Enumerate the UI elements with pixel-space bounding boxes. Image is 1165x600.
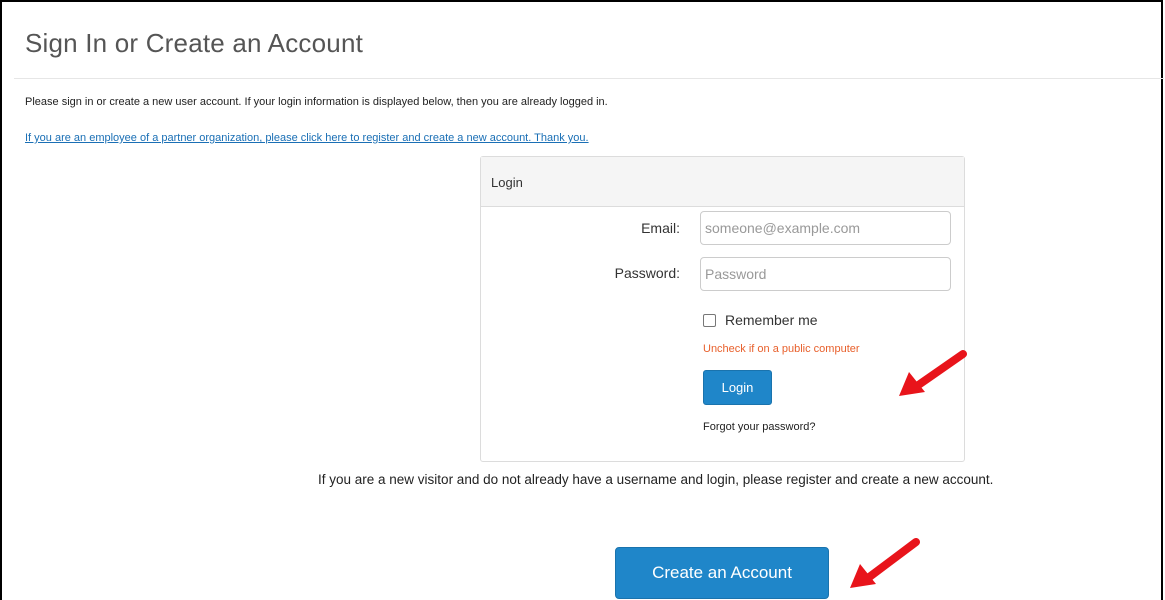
forgot-password-link[interactable]: Forgot your password? xyxy=(703,421,816,433)
red-arrow-annotation-icon xyxy=(899,350,967,396)
remember-me-row[interactable]: Remember me xyxy=(703,312,818,328)
public-computer-note: Uncheck if on a public computer xyxy=(703,343,860,355)
password-label: Password: xyxy=(614,265,680,281)
login-button[interactable]: Login xyxy=(703,370,772,405)
red-arrow-annotation-icon xyxy=(850,538,920,588)
page-title: Sign In or Create an Account xyxy=(25,28,364,58)
login-panel-heading: Login xyxy=(481,157,964,207)
email-label: Email: xyxy=(641,220,680,236)
create-account-button[interactable]: Create an Account xyxy=(615,547,829,599)
title-divider xyxy=(14,78,1164,79)
remember-me-label: Remember me xyxy=(725,312,818,328)
email-field[interactable] xyxy=(700,211,951,245)
partner-register-link[interactable]: If you are an employee of a partner orga… xyxy=(25,132,589,144)
remember-me-checkbox[interactable] xyxy=(703,313,716,327)
login-panel: Login xyxy=(480,156,965,462)
password-field[interactable] xyxy=(700,257,951,291)
new-visitor-text: If you are a new visitor and do not alre… xyxy=(318,472,994,487)
intro-text: Please sign in or create a new user acco… xyxy=(25,96,608,108)
